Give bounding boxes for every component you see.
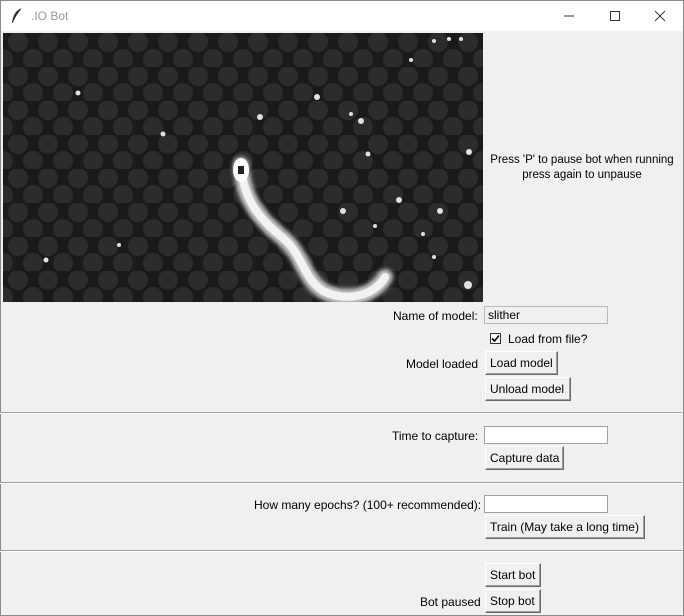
maximize-button[interactable] bbox=[592, 1, 638, 31]
start-bot-button[interactable]: Start bot bbox=[485, 563, 541, 587]
pause-hint: Press 'P' to pause bot when running pres… bbox=[484, 153, 680, 183]
close-button[interactable] bbox=[637, 1, 683, 31]
load-model-button[interactable]: Load model bbox=[485, 351, 558, 375]
pause-hint-line2: press again to unpause bbox=[522, 169, 642, 181]
unload-model-button[interactable]: Unload model bbox=[485, 377, 571, 401]
bot-status-text: Bot paused bbox=[420, 595, 481, 609]
model-status-text: Model loaded bbox=[406, 357, 479, 371]
capture-data-button[interactable]: Capture data bbox=[485, 446, 564, 470]
epochs-label: How many epochs? (100+ recommended): bbox=[254, 498, 482, 512]
model-name-label: Name of model: bbox=[393, 309, 478, 323]
checkmark-icon bbox=[491, 334, 500, 343]
load-from-file-checkbox[interactable] bbox=[490, 333, 501, 344]
separator bbox=[0, 412, 682, 414]
stop-bot-button[interactable]: Stop bot bbox=[485, 589, 541, 613]
window-title: .IO Bot bbox=[31, 9, 69, 23]
feather-icon bbox=[12, 7, 23, 24]
model-name-field[interactable]: slither bbox=[484, 306, 608, 324]
minimize-icon bbox=[564, 15, 574, 17]
separator bbox=[0, 550, 682, 552]
capture-time-field[interactable] bbox=[484, 426, 608, 444]
pause-hint-line1: Press 'P' to pause bot when running bbox=[490, 154, 674, 166]
game-capture-canvas bbox=[3, 33, 483, 302]
minimize-button[interactable] bbox=[546, 1, 592, 31]
maximize-icon bbox=[610, 11, 620, 21]
title-bar[interactable]: .IO Bot bbox=[1, 1, 683, 31]
epochs-field[interactable] bbox=[484, 495, 608, 513]
train-button[interactable]: Train (May take a long time) bbox=[485, 515, 645, 539]
game-capture-image bbox=[3, 33, 483, 302]
separator bbox=[0, 482, 682, 484]
close-icon bbox=[654, 10, 666, 22]
load-from-file-label: Load from file? bbox=[508, 332, 588, 346]
capture-time-label: Time to capture: bbox=[392, 429, 479, 443]
